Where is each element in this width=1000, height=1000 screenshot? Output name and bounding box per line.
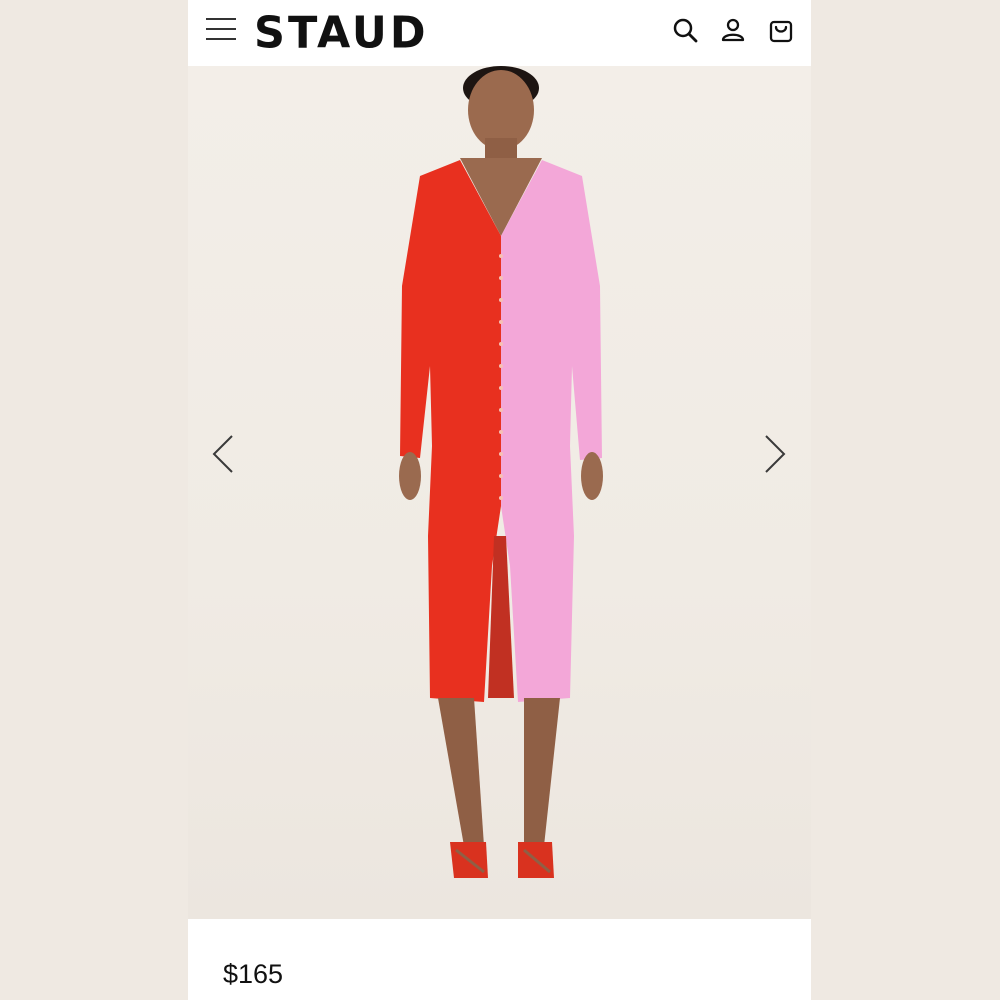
letterbox-left — [0, 0, 188, 1000]
dress-right-pink — [501, 160, 602, 702]
hamburger-menu-icon[interactable] — [204, 15, 238, 43]
site-header: STAUD — [188, 0, 811, 66]
shopping-bag-icon[interactable] — [767, 16, 795, 44]
dress-left-red — [400, 160, 501, 702]
product-image-gallery[interactable] — [188, 66, 811, 919]
product-image — [399, 66, 603, 878]
account-icon[interactable] — [719, 16, 747, 44]
mobile-page: STAUD $165 — [188, 0, 811, 1000]
brand-logo[interactable]: STAUD — [254, 8, 429, 59]
letterbox-right — [811, 0, 1000, 1000]
product-price: $165 — [223, 959, 284, 989]
chevron-right-icon[interactable] — [762, 434, 788, 474]
product-info: $165 — [188, 919, 811, 1000]
chevron-left-icon[interactable] — [210, 434, 236, 474]
search-icon[interactable] — [671, 16, 699, 44]
